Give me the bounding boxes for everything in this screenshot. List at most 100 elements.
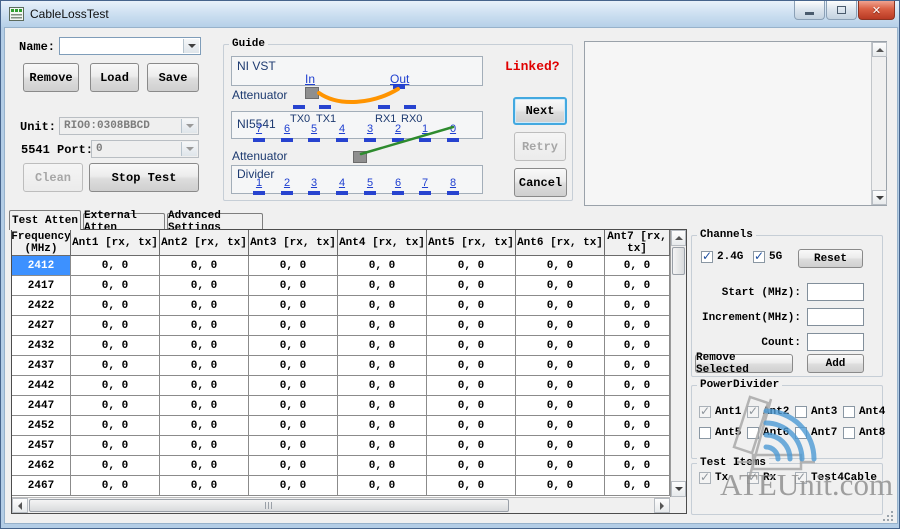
- checkbox-ant2[interactable]: Ant2: [747, 406, 789, 418]
- atten-cell[interactable]: 0, 0: [71, 396, 160, 416]
- atten-cell[interactable]: 0, 0: [605, 416, 670, 436]
- stop-test-button[interactable]: Stop Test: [89, 163, 199, 192]
- next-button[interactable]: Next: [513, 97, 567, 125]
- minimize-button[interactable]: [794, 1, 825, 20]
- atten-cell[interactable]: 0, 0: [605, 396, 670, 416]
- save-button[interactable]: Save: [147, 63, 199, 92]
- checkbox-2-4g[interactable]: 2.4G: [701, 251, 743, 263]
- ni5541-port-number[interactable]: 7: [252, 123, 266, 135]
- column-header[interactable]: Ant6 [rx, tx]: [516, 230, 605, 256]
- divider-port-number[interactable]: 7: [418, 177, 432, 189]
- atten-cell[interactable]: 0, 0: [605, 256, 670, 276]
- unit-combobox[interactable]: RIO0:0308BBCD: [59, 117, 199, 135]
- tab-test-atten[interactable]: Test Atten: [9, 210, 81, 230]
- vst-out-port[interactable]: Out: [390, 72, 409, 86]
- hscroll-thumb[interactable]: [29, 499, 509, 512]
- divider-port-number[interactable]: 3: [307, 177, 321, 189]
- checkbox-ant4[interactable]: Ant4: [843, 406, 885, 418]
- atten-cell[interactable]: 0, 0: [516, 276, 605, 296]
- atten-cell[interactable]: 0, 0: [338, 296, 427, 316]
- atten-cell[interactable]: 0, 0: [160, 476, 249, 496]
- atten-cell[interactable]: 0, 0: [160, 436, 249, 456]
- atten-cell[interactable]: 0, 0: [427, 416, 516, 436]
- atten-cell[interactable]: 0, 0: [249, 296, 338, 316]
- scroll-left-button[interactable]: [12, 498, 28, 513]
- ni5541-port-number[interactable]: 4: [335, 123, 349, 135]
- atten-cell[interactable]: 0, 0: [71, 416, 160, 436]
- frequency-cell[interactable]: 2442: [12, 376, 71, 396]
- reset-button[interactable]: Reset: [798, 249, 863, 268]
- vst-in-port[interactable]: In: [305, 72, 315, 86]
- atten-cell[interactable]: 0, 0: [338, 276, 427, 296]
- ni5541-port-number[interactable]: 3: [363, 123, 377, 135]
- atten-cell[interactable]: 0, 0: [160, 276, 249, 296]
- checkbox-test4cable[interactable]: Test4Cable: [795, 472, 877, 484]
- scroll-up-button[interactable]: [671, 230, 686, 246]
- atten-cell[interactable]: 0, 0: [605, 336, 670, 356]
- atten-cell[interactable]: 0, 0: [516, 396, 605, 416]
- ni5541-port-number[interactable]: 1: [418, 123, 432, 135]
- atten-cell[interactable]: 0, 0: [427, 376, 516, 396]
- increment-mhz-input[interactable]: [807, 308, 864, 326]
- atten-cell[interactable]: 0, 0: [71, 456, 160, 476]
- atten-cell[interactable]: 0, 0: [605, 376, 670, 396]
- load-button[interactable]: Load: [90, 63, 139, 92]
- divider-port-number[interactable]: 8: [446, 177, 460, 189]
- atten-cell[interactable]: 0, 0: [338, 316, 427, 336]
- atten-cell[interactable]: 0, 0: [427, 456, 516, 476]
- atten-cell[interactable]: 0, 0: [427, 276, 516, 296]
- column-header[interactable]: Ant3 [rx, tx]: [249, 230, 338, 256]
- atten-cell[interactable]: 0, 0: [160, 296, 249, 316]
- checkbox-rx[interactable]: Rx: [747, 472, 776, 484]
- ni5541-port-number[interactable]: 2: [391, 123, 405, 135]
- atten-cell[interactable]: 0, 0: [516, 336, 605, 356]
- column-header[interactable]: Ant1 [rx, tx]: [71, 230, 160, 256]
- frequency-cell[interactable]: 2427: [12, 316, 71, 336]
- atten-cell[interactable]: 0, 0: [71, 276, 160, 296]
- atten-cell[interactable]: 0, 0: [516, 316, 605, 336]
- atten-cell[interactable]: 0, 0: [427, 356, 516, 376]
- atten-cell[interactable]: 0, 0: [160, 396, 249, 416]
- atten-cell[interactable]: 0, 0: [516, 296, 605, 316]
- atten-cell[interactable]: 0, 0: [249, 256, 338, 276]
- remove-selected-button[interactable]: Remove Selected: [695, 354, 793, 373]
- frequency-cell[interactable]: 2412: [12, 256, 71, 276]
- vscroll-thumb[interactable]: [672, 247, 685, 275]
- atten-cell[interactable]: 0, 0: [160, 256, 249, 276]
- atten-cell[interactable]: 0, 0: [605, 276, 670, 296]
- checkbox-5g[interactable]: 5G: [753, 251, 782, 263]
- name-combobox[interactable]: [59, 37, 201, 55]
- column-header[interactable]: Ant2 [rx, tx]: [160, 230, 249, 256]
- clean-button[interactable]: Clean: [23, 163, 83, 192]
- atten-cell[interactable]: 0, 0: [249, 356, 338, 376]
- maximize-button[interactable]: [826, 1, 857, 20]
- add-button[interactable]: Add: [807, 354, 864, 373]
- checkbox-ant6[interactable]: Ant6: [747, 427, 789, 439]
- divider-port-number[interactable]: 6: [391, 177, 405, 189]
- atten-cell[interactable]: 0, 0: [427, 436, 516, 456]
- atten-cell[interactable]: 0, 0: [427, 296, 516, 316]
- atten-cell[interactable]: 0, 0: [338, 376, 427, 396]
- name-combobox-arrow[interactable]: [183, 39, 199, 53]
- frequency-cell[interactable]: 2467: [12, 476, 71, 496]
- resize-grip[interactable]: [882, 510, 894, 522]
- ni5541-port-number[interactable]: 6: [280, 123, 294, 135]
- atten-cell[interactable]: 0, 0: [249, 476, 338, 496]
- atten-cell[interactable]: 0, 0: [249, 316, 338, 336]
- ni5541-port-number[interactable]: 5: [307, 123, 321, 135]
- atten-cell[interactable]: 0, 0: [338, 336, 427, 356]
- message-listbox[interactable]: [584, 41, 887, 206]
- atten-cell[interactable]: 0, 0: [427, 476, 516, 496]
- count-input[interactable]: [807, 333, 864, 351]
- atten-cell[interactable]: 0, 0: [160, 456, 249, 476]
- listbox-scrollbar[interactable]: [871, 42, 886, 205]
- atten-cell[interactable]: 0, 0: [160, 336, 249, 356]
- atten-cell[interactable]: 0, 0: [71, 356, 160, 376]
- atten-cell[interactable]: 0, 0: [427, 396, 516, 416]
- atten-cell[interactable]: 0, 0: [427, 256, 516, 276]
- atten-cell[interactable]: 0, 0: [338, 256, 427, 276]
- atten-cell[interactable]: 0, 0: [249, 376, 338, 396]
- atten-cell[interactable]: 0, 0: [516, 416, 605, 436]
- atten-cell[interactable]: 0, 0: [71, 296, 160, 316]
- frequency-cell[interactable]: 2462: [12, 456, 71, 476]
